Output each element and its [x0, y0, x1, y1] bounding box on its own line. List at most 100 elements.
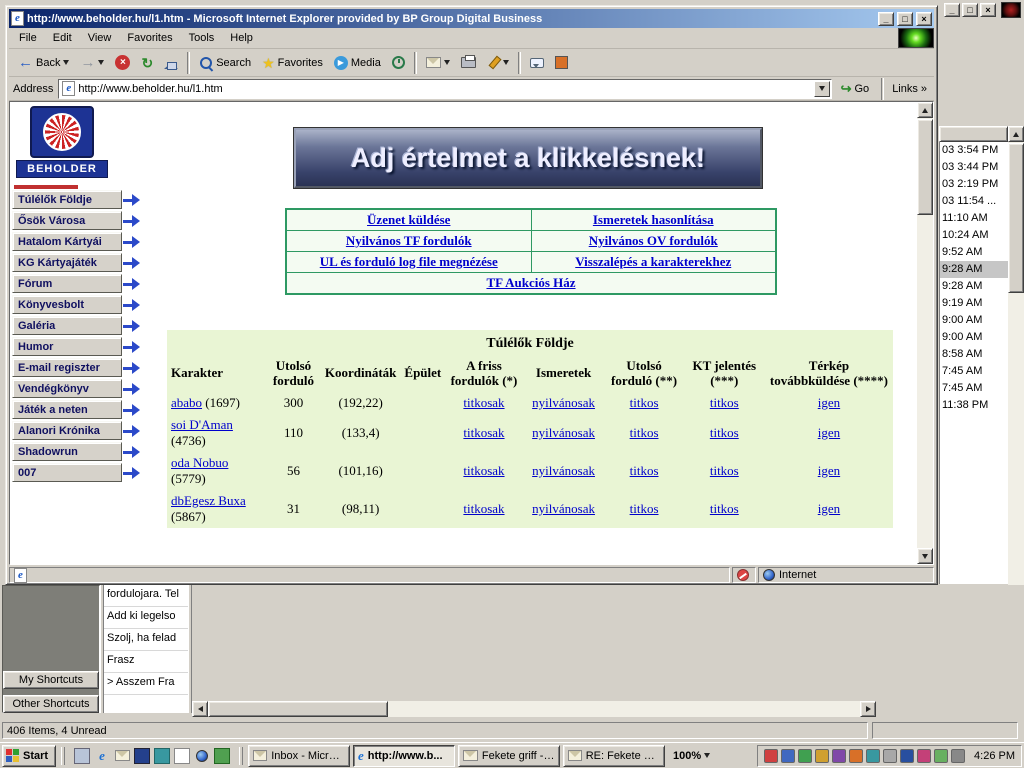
- map-forward-link[interactable]: igen: [818, 395, 840, 410]
- other-shortcuts-button[interactable]: Other Shortcuts: [3, 695, 99, 713]
- print-button[interactable]: [456, 51, 481, 75]
- link-ul-log-file[interactable]: UL és forduló log file megnézése: [320, 254, 498, 269]
- sidebar-item-kg-kartyajatek[interactable]: KG Kártyajáték: [12, 253, 141, 272]
- address-combobox[interactable]: e: [58, 79, 831, 99]
- fresh-rounds-link[interactable]: titkosak: [463, 425, 504, 440]
- scroll-up-button[interactable]: [917, 102, 933, 118]
- minimize-button[interactable]: _: [944, 3, 960, 17]
- last-round-link[interactable]: titkos: [630, 463, 659, 478]
- maximize-button[interactable]: □: [897, 12, 913, 26]
- link-nyilvanos-tf-fordulok[interactable]: Nyilvános TF fordulók: [346, 233, 472, 248]
- last-round-link[interactable]: titkos: [630, 425, 659, 440]
- tray-icon-11[interactable]: [934, 749, 948, 763]
- zoom-dropdown-icon[interactable]: [704, 753, 710, 761]
- scrollbar-thumb[interactable]: [1008, 143, 1024, 293]
- fresh-rounds-link[interactable]: titkosak: [463, 501, 504, 516]
- back-button[interactable]: ← Back: [13, 51, 74, 75]
- restore-button[interactable]: □: [962, 3, 978, 17]
- tray-icon-9[interactable]: [900, 749, 914, 763]
- sidebar-item-konyvesbolt[interactable]: Könyvesbolt: [12, 295, 141, 314]
- mail-dropdown-icon[interactable]: [444, 60, 450, 68]
- mail-received-time[interactable]: 03 3:54 PM: [940, 142, 1008, 159]
- menu-tools[interactable]: Tools: [181, 29, 223, 47]
- sidebar-item-osok-varosa[interactable]: Ősök Városa: [12, 211, 141, 230]
- sidebar-item-hatalom-kartyai[interactable]: Hatalom Kártyái: [12, 232, 141, 251]
- edit-button[interactable]: [482, 51, 514, 75]
- map-forward-link[interactable]: igen: [818, 463, 840, 478]
- media-button[interactable]: ▶ Media: [329, 51, 386, 75]
- forward-dropdown-icon[interactable]: [98, 60, 104, 68]
- mail-button[interactable]: [421, 51, 455, 75]
- messenger-button[interactable]: [550, 51, 573, 75]
- quicklaunch-icon-8[interactable]: [214, 748, 230, 764]
- address-dropdown-button[interactable]: [814, 81, 830, 97]
- knowledge-link[interactable]: nyilvánosak: [532, 501, 595, 516]
- message-preview[interactable]: Add ki legelso: [104, 607, 188, 629]
- message-preview[interactable]: Szolj, ha felad: [104, 629, 188, 651]
- history-button[interactable]: [387, 51, 410, 75]
- tray-icon-1[interactable]: [764, 749, 778, 763]
- sidebar-item-007[interactable]: 007: [12, 463, 141, 482]
- kt-report-link[interactable]: titkos: [710, 395, 739, 410]
- favorites-button[interactable]: ★ Favorites: [257, 51, 328, 75]
- mail-received-time[interactable]: 11:10 AM: [940, 210, 1008, 227]
- my-shortcuts-button[interactable]: My Shortcuts: [3, 671, 99, 689]
- link-ismeretek-hasonlitasa[interactable]: Ismeretek hasonlítása: [593, 212, 714, 227]
- link-uzenet-kuldese[interactable]: Üzenet küldése: [367, 212, 450, 227]
- stop-button[interactable]: ×: [110, 51, 135, 75]
- quicklaunch-ie-icon[interactable]: e: [94, 748, 110, 764]
- mail-received-time[interactable]: 9:19 AM: [940, 295, 1008, 312]
- ie-titlebar[interactable]: e http://www.beholder.hu/l1.htm - Micros…: [9, 9, 934, 28]
- message-preview[interactable]: Frasz: [104, 651, 188, 673]
- fresh-rounds-link[interactable]: titkosak: [463, 395, 504, 410]
- mail-received-time[interactable]: 11:38 PM: [940, 397, 1008, 414]
- tray-icon-8[interactable]: [883, 749, 897, 763]
- quicklaunch-icon-4[interactable]: [134, 748, 150, 764]
- sidebar-item-email-regiszter[interactable]: E-mail regiszter: [12, 358, 141, 377]
- mail-received-time[interactable]: 9:28 AM: [940, 278, 1008, 295]
- edit-dropdown-icon[interactable]: [503, 60, 509, 68]
- minimize-button[interactable]: _: [878, 12, 894, 26]
- tray-icon-3[interactable]: [798, 749, 812, 763]
- message-preview[interactable]: > Asszem Fra: [104, 673, 188, 695]
- mail-received-time[interactable]: 9:52 AM: [940, 244, 1008, 261]
- menu-favorites[interactable]: Favorites: [119, 29, 180, 47]
- last-round-link[interactable]: titkos: [630, 501, 659, 516]
- link-visszalepes-karakterekhez[interactable]: Visszalépés a karakterekhez: [575, 254, 731, 269]
- tray-icon-5[interactable]: [832, 749, 846, 763]
- mail-received-time[interactable]: 9:00 AM: [940, 312, 1008, 329]
- mail-received-time[interactable]: 9:00 AM: [940, 329, 1008, 346]
- address-input[interactable]: [78, 83, 810, 95]
- ad-banner[interactable]: Adj értelmet a klikkelésnek!: [294, 128, 762, 188]
- link-tf-aukcios-haz[interactable]: TF Aukciós Ház: [486, 275, 575, 290]
- kt-report-link[interactable]: titkos: [710, 501, 739, 516]
- knowledge-link[interactable]: nyilvánosak: [532, 425, 595, 440]
- character-link[interactable]: oda Nobuo: [171, 455, 228, 470]
- sidebar-item-jatek-a-neten[interactable]: Játék a neten: [12, 400, 141, 419]
- kt-report-link[interactable]: titkos: [710, 463, 739, 478]
- scrollbar-thumb[interactable]: [208, 701, 388, 717]
- sidebar-item-galeria[interactable]: Galéria: [12, 316, 141, 335]
- tray-icon-4[interactable]: [815, 749, 829, 763]
- menu-file[interactable]: File: [11, 29, 45, 47]
- sidebar-item-humor[interactable]: Humor: [12, 337, 141, 356]
- sidebar-item-alanori-kronika[interactable]: Alanori Krónika: [12, 421, 141, 440]
- page-scrollbar[interactable]: [917, 102, 933, 564]
- forward-button[interactable]: →: [75, 51, 109, 75]
- beholder-logo[interactable]: BEHOLDER: [16, 106, 108, 186]
- mail-received-time[interactable]: 7:45 AM: [940, 380, 1008, 397]
- close-button[interactable]: ×: [980, 3, 996, 17]
- sidebar-item-vendegkonyv[interactable]: Vendégkönyv: [12, 379, 141, 398]
- taskbar-button-browser-active[interactable]: e http://www.b...: [353, 745, 455, 767]
- taskbar-button-fekete-griff[interactable]: Fekete griff - ...: [458, 745, 560, 767]
- mail-received-time[interactable]: 03 3:44 PM: [940, 159, 1008, 176]
- character-link[interactable]: soi D'Aman: [171, 417, 233, 432]
- mail-received-time[interactable]: 10:24 AM: [940, 227, 1008, 244]
- tray-icon-6[interactable]: [849, 749, 863, 763]
- go-button[interactable]: ↪ Go: [837, 81, 874, 97]
- search-button[interactable]: Search: [194, 51, 256, 75]
- back-dropdown-icon[interactable]: [63, 60, 69, 68]
- mail-received-time[interactable]: 03 2:19 PM: [940, 176, 1008, 193]
- discuss-button[interactable]: [525, 51, 549, 75]
- horizontal-scrollbar[interactable]: [192, 701, 876, 717]
